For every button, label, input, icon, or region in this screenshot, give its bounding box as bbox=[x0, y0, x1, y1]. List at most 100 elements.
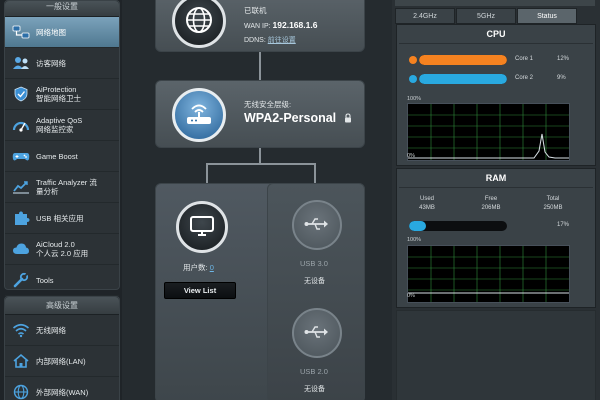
sidebar-item-game-boost[interactable]: Game Boost bbox=[5, 141, 119, 172]
usb3-status: 无设备 bbox=[304, 278, 325, 285]
cpu-usage-graph bbox=[407, 103, 570, 161]
lock-icon bbox=[344, 113, 352, 125]
sidebar-item-label: Game Boost bbox=[36, 151, 78, 161]
cpu-title: CPU bbox=[486, 29, 506, 39]
wifi-icon bbox=[11, 320, 31, 340]
home-icon bbox=[11, 351, 31, 371]
sidebar-item-label: AiProtection 智能网络卫士 bbox=[36, 85, 81, 103]
panel-top-strip bbox=[395, 0, 595, 6]
sidebar-item-network-map[interactable]: 网络地图 bbox=[5, 17, 119, 48]
connector-line bbox=[206, 163, 316, 165]
core1-name: Core 1 bbox=[515, 56, 534, 62]
sidebar-item-aiprotection[interactable]: AiProtection 智能网络卫士 bbox=[5, 79, 119, 110]
ram-free-value: 206MB bbox=[481, 205, 501, 211]
sidebar-item-wireless[interactable]: 无线网络 bbox=[5, 315, 119, 346]
sidebar-item-label: Tools bbox=[36, 275, 54, 285]
wan-ip-row: WAN IP: 192.168.1.6 bbox=[244, 20, 317, 30]
usb-icon bbox=[304, 324, 330, 342]
usb3-button[interactable] bbox=[292, 200, 342, 250]
clients-label: 用户数: bbox=[183, 263, 208, 272]
sidebar-item-label: 内部网络(LAN) bbox=[36, 356, 86, 366]
ram-used: Used 43MB bbox=[397, 195, 457, 213]
lower-panel bbox=[396, 310, 596, 400]
usb-icon bbox=[304, 216, 330, 234]
usb2-status: 无设备 bbox=[304, 386, 325, 393]
cpu-panel: CPU Core 1 12% Core 2 9% 100% 0% bbox=[396, 24, 596, 166]
ram-bar bbox=[409, 221, 507, 231]
ram-total-label: Total bbox=[546, 196, 560, 202]
tab-2-4ghz[interactable]: 2.4GHz bbox=[395, 8, 455, 24]
core2-dot bbox=[409, 75, 417, 83]
sidebar: 一般设置 网络地图 访客网络 AiProtection 智能网络卫士 Adapt… bbox=[0, 0, 122, 400]
ram-title: RAM bbox=[485, 173, 507, 183]
ram-total: Total 250MB bbox=[523, 195, 583, 213]
sidebar-item-label: 访客网络 bbox=[36, 58, 66, 68]
sidebar-item-traffic-analyzer[interactable]: Traffic Analyzer 流 量分析 bbox=[5, 172, 119, 203]
globe-icon bbox=[11, 382, 31, 400]
qos-icon bbox=[11, 115, 31, 135]
ram-free: Free 206MB bbox=[461, 195, 521, 213]
usb2-button[interactable] bbox=[292, 308, 342, 358]
tools-icon bbox=[11, 270, 31, 290]
sidebar-item-label: 无线网络 bbox=[36, 325, 66, 335]
ram-graph-axis-bottom: 0% bbox=[407, 293, 415, 299]
usb-card[interactable]: USB 3.0 无设备 USB 2.0 无设备 bbox=[267, 183, 365, 400]
sidebar-item-wan[interactable]: 外部网络(WAN) bbox=[5, 377, 119, 400]
core2-name: Core 2 bbox=[515, 75, 534, 81]
divider bbox=[399, 43, 593, 44]
divider bbox=[399, 187, 593, 188]
connector-line bbox=[314, 163, 316, 183]
sidebar-item-tools[interactable]: Tools bbox=[5, 265, 119, 296]
wan-ip-label: WAN IP: bbox=[244, 23, 271, 30]
ram-free-label: Free bbox=[484, 196, 498, 202]
ram-used-value: 43MB bbox=[419, 205, 435, 211]
sidebar-item-adaptive-qos[interactable]: Adaptive QoS 网络监控家 bbox=[5, 110, 119, 141]
clients-count[interactable]: 0 bbox=[210, 263, 214, 272]
ddns-settings-link[interactable]: 前往设置 bbox=[268, 37, 296, 44]
core1-dot bbox=[409, 56, 417, 64]
cpu-graph-axis-top: 100% bbox=[407, 96, 422, 102]
clients-monitor-button[interactable] bbox=[176, 201, 228, 253]
core1-percent: 12% bbox=[557, 56, 570, 62]
ram-bar-fill bbox=[409, 221, 426, 231]
sidebar-item-label: AiCloud 2.0 个人云 2.0 应用 bbox=[36, 240, 89, 258]
security-label: 无线安全层级: bbox=[244, 100, 292, 109]
sidebar-item-usb-apps[interactable]: USB 相关应用 bbox=[5, 203, 119, 234]
sidebar-item-guest-network[interactable]: 访客网络 bbox=[5, 48, 119, 79]
sidebar-item-label: 网络地图 bbox=[36, 27, 66, 37]
ram-usage-row: 17% bbox=[409, 221, 589, 231]
wan-ip-value: 192.168.1.6 bbox=[272, 20, 318, 30]
usb3-label: USB 3.0 bbox=[300, 259, 328, 268]
sidebar-item-label: Traffic Analyzer 流 量分析 bbox=[36, 178, 97, 196]
cpu-graph-axis-bottom: 0% bbox=[407, 153, 415, 159]
cpu-core-2-row: Core 2 9% bbox=[409, 74, 589, 84]
ram-graph-axis-top: 100% bbox=[407, 237, 422, 243]
ram-total-value: 250MB bbox=[543, 205, 563, 211]
advanced-settings-group: 高级设置 无线网络 内部网络(LAN) 外部网络(WAN) bbox=[4, 296, 120, 400]
internet-globe-button[interactable] bbox=[172, 0, 226, 48]
connector-line bbox=[206, 163, 208, 183]
router-card[interactable]: 无线安全层级: WPA2-Personal bbox=[155, 80, 365, 148]
ram-used-label: Used bbox=[419, 196, 434, 202]
tab-status[interactable]: Status bbox=[517, 8, 577, 24]
sidebar-item-label: USB 相关应用 bbox=[36, 213, 84, 223]
internet-status: 已联机 bbox=[244, 6, 267, 15]
aicloud-icon bbox=[11, 239, 31, 259]
general-settings-group: 一般设置 网络地图 访客网络 AiProtection 智能网络卫士 Adapt… bbox=[4, 0, 120, 296]
monitor-icon bbox=[188, 214, 216, 240]
ddns-label: DDNS: bbox=[244, 37, 266, 44]
clients-row: 用户数: 0 bbox=[183, 262, 214, 273]
ram-percent: 17% bbox=[557, 222, 570, 228]
core2-bar bbox=[419, 74, 507, 84]
internet-card[interactable]: 已联机 WAN IP: 192.168.1.6 DDNS: 前往设置 bbox=[155, 0, 365, 52]
ram-usage-graph bbox=[407, 245, 570, 303]
view-list-button[interactable]: View List bbox=[164, 282, 236, 299]
tab-5ghz[interactable]: 5GHz bbox=[456, 8, 516, 24]
sidebar-item-label: 外部网络(WAN) bbox=[36, 387, 89, 397]
router-button[interactable] bbox=[172, 88, 226, 142]
ram-panel: RAM Used 43MB Free 206MB Total 250MB 17%… bbox=[396, 168, 596, 308]
traffic-analyzer-icon bbox=[11, 177, 31, 197]
usb2-label: USB 2.0 bbox=[300, 367, 328, 376]
sidebar-item-aicloud[interactable]: AiCloud 2.0 个人云 2.0 应用 bbox=[5, 234, 119, 265]
sidebar-item-lan[interactable]: 内部网络(LAN) bbox=[5, 346, 119, 377]
